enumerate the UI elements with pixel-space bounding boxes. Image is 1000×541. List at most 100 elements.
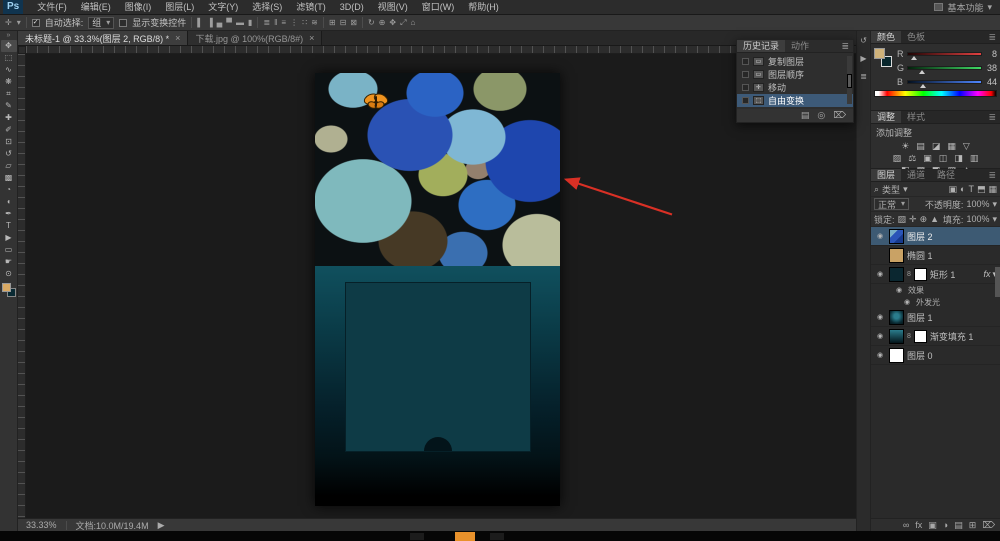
filter-adjustment-icon[interactable]: ◐: [960, 184, 965, 194]
menu-filter[interactable]: 滤镜(T): [289, 0, 333, 15]
tool-dodge[interactable]: ◖: [1, 196, 17, 208]
auto-select-dropdown[interactable]: 组 ▾: [88, 17, 114, 29]
blend-mode-dropdown[interactable]: 正常 ▾: [874, 198, 909, 210]
tool-rectangle[interactable]: ▭: [1, 244, 17, 256]
photo-filter-icon[interactable]: ◫: [939, 152, 948, 164]
menu-file[interactable]: 文件(F): [30, 0, 74, 15]
visibility-eye-icon[interactable]: ◉: [874, 332, 886, 340]
levels-icon[interactable]: ▤: [916, 140, 925, 152]
tool-eyedropper[interactable]: ✎: [1, 100, 17, 112]
align-center-icon[interactable]: ▐: [207, 17, 213, 29]
visibility-eye-icon[interactable]: ◉: [893, 286, 905, 294]
history-step[interactable]: ▭ 图层顺序: [737, 68, 853, 81]
menu-3d[interactable]: 3D(D): [333, 0, 371, 15]
tool-healing-brush[interactable]: ✚: [1, 112, 17, 124]
channel-mixer-icon[interactable]: ◨: [954, 152, 963, 164]
layer-mask-thumbnail[interactable]: [914, 268, 927, 281]
visibility-eye-icon[interactable]: ◉: [874, 232, 886, 240]
lock-position-icon[interactable]: ✛: [909, 214, 917, 225]
new-group-icon[interactable]: ▤: [954, 520, 963, 531]
layer-name[interactable]: 椭圆 1: [907, 249, 933, 262]
panel-menu-icon[interactable]: ≣: [837, 40, 853, 52]
visibility-eye-icon[interactable]: ◉: [874, 270, 886, 278]
layer-thumbnail[interactable]: [889, 267, 904, 282]
tool-gradient[interactable]: ▩: [1, 172, 17, 184]
tool-preset-icon[interactable]: ✛: [5, 17, 12, 29]
tool-quick-selection[interactable]: ❋: [1, 76, 17, 88]
black-white-icon[interactable]: ▣: [923, 152, 932, 164]
layer-mask-thumbnail[interactable]: [914, 330, 927, 343]
mask-link-icon[interactable]: 8: [907, 333, 911, 340]
tool-history-brush[interactable]: ↺: [1, 148, 17, 160]
tab-swatches[interactable]: 色板: [901, 31, 931, 43]
link-layers-icon[interactable]: ∞: [903, 520, 909, 530]
align-left-icon[interactable]: ▌: [197, 17, 203, 29]
align-top-icon[interactable]: ▀: [226, 17, 232, 29]
color-lookup-icon[interactable]: ▥: [970, 152, 979, 164]
auto-align-icon[interactable]: ⊟: [340, 17, 347, 29]
layer-row[interactable]: ◉ 8 矩形 1 fx ▾: [871, 265, 1000, 284]
color-balance-icon[interactable]: ⚖: [908, 152, 916, 164]
mode-icon[interactable]: ⤢: [400, 17, 406, 29]
layer-name[interactable]: 图层 2: [907, 230, 933, 243]
tool-marquee[interactable]: ⬚: [1, 52, 17, 64]
fill-caret-icon[interactable]: ▾: [992, 214, 997, 225]
auto-align-icon[interactable]: ⊞: [329, 17, 336, 29]
distribute-icon[interactable]: ≣: [263, 17, 270, 29]
mode-icon[interactable]: ⌂: [410, 17, 415, 29]
taskbar-item-active[interactable]: [455, 532, 475, 541]
green-value[interactable]: 38: [985, 63, 997, 73]
layer-row[interactable]: ◉ 图层 0: [871, 346, 1000, 365]
panel-menu-icon[interactable]: ≣: [984, 31, 1000, 43]
slider-handle[interactable]: [911, 56, 917, 60]
outer-glow-row[interactable]: ◉ 外发光: [871, 296, 1000, 308]
status-more-icon[interactable]: ▶: [158, 520, 165, 531]
red-slider[interactable]: [907, 52, 982, 56]
tab-styles[interactable]: 样式: [901, 111, 931, 123]
tab-paths[interactable]: 路径: [931, 169, 961, 181]
blue-slider[interactable]: [907, 80, 982, 84]
menu-select[interactable]: 选择(S): [245, 0, 289, 15]
document-tab[interactable]: 下载.jpg @ 100%(RGB/8#) ×: [188, 31, 322, 45]
exposure-icon[interactable]: ▦: [947, 140, 956, 152]
tab-actions[interactable]: 动作: [785, 40, 815, 52]
menu-image[interactable]: 图像(I): [118, 0, 159, 15]
distribute-icon[interactable]: ∷: [302, 17, 307, 29]
close-icon[interactable]: ×: [175, 33, 180, 43]
color-spectrum-bar[interactable]: [874, 90, 997, 97]
history-source-checkbox[interactable]: [742, 58, 749, 65]
lock-pixels-icon[interactable]: ⊕: [920, 214, 928, 225]
vibrance-icon[interactable]: ▽: [963, 140, 970, 152]
layer-name[interactable]: 矩形 1: [930, 268, 956, 281]
distribute-icon[interactable]: ‖: [274, 17, 277, 29]
color-swatches[interactable]: [2, 283, 16, 297]
new-layer-icon[interactable]: ⊞: [969, 520, 977, 531]
delete-state-icon[interactable]: ⌦: [833, 110, 846, 121]
taskbar-item[interactable]: [490, 533, 504, 540]
blue-value[interactable]: 44: [985, 77, 997, 87]
distribute-icon[interactable]: ≋: [311, 17, 318, 29]
mask-link-icon[interactable]: 8: [907, 271, 911, 278]
tool-pen[interactable]: ✒: [1, 208, 17, 220]
auto-select-checkbox[interactable]: ✓: [32, 19, 40, 27]
workspace-switcher[interactable]: 基本功能 ▾: [934, 1, 1000, 14]
visibility-eye-icon[interactable]: ◉: [874, 313, 886, 321]
menu-view[interactable]: 视图(V): [371, 0, 415, 15]
tool-eraser[interactable]: ▱: [1, 160, 17, 172]
opacity-caret-icon[interactable]: ▾: [992, 199, 997, 210]
slider-handle[interactable]: [919, 70, 925, 74]
tool-preset-caret-icon[interactable]: ▾: [17, 17, 21, 29]
properties-panel-icon[interactable]: ≣: [860, 72, 867, 81]
opacity-value[interactable]: 100%: [966, 199, 989, 209]
history-step[interactable]: ▭ 复制图层: [737, 55, 853, 68]
layer-thumbnail[interactable]: [889, 229, 904, 244]
layer-row[interactable]: ◉ 8 渐变填充 1: [871, 327, 1000, 346]
tool-path-selection[interactable]: ▶: [1, 232, 17, 244]
brightness-contrast-icon[interactable]: ☀: [901, 140, 909, 152]
tool-hand[interactable]: ☛: [1, 256, 17, 268]
actions-panel-icon[interactable]: ▶: [860, 54, 866, 63]
layer-row[interactable]: ◉ 图层 1: [871, 308, 1000, 327]
show-transform-checkbox[interactable]: [119, 19, 127, 27]
tool-clone-stamp[interactable]: ⊡: [1, 136, 17, 148]
layer-thumbnail[interactable]: [889, 329, 904, 344]
